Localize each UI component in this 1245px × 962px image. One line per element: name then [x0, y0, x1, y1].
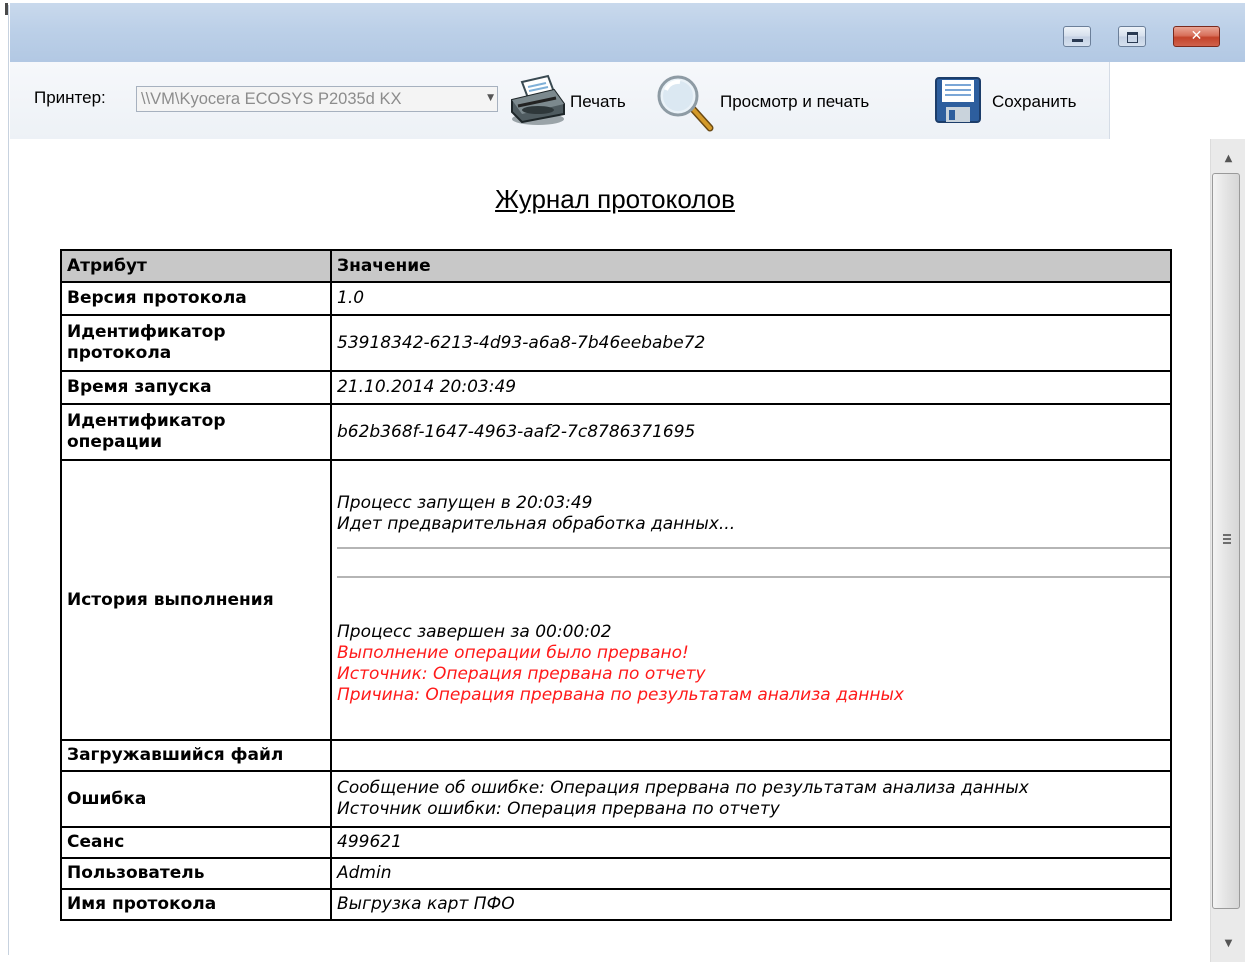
row-value: 21.10.2014 20:03:49: [330, 370, 1172, 405]
magnifier-icon: [657, 75, 714, 132]
close-button[interactable]: ✕: [1173, 26, 1220, 47]
row-attribute: Идентификатор протокола: [60, 314, 332, 372]
table-row: Время запуска 21.10.2014 20:03:49: [60, 370, 1172, 405]
printer-icon: [511, 74, 565, 125]
table-row: Идентификатор протокола 53918342-6213-4d…: [60, 314, 1172, 372]
table-row: Версия протокола 1.0: [60, 281, 1172, 316]
minimize-icon: [1072, 39, 1083, 42]
history-line: Процесс завершен за 00:00:02: [337, 622, 612, 642]
row-attribute: Идентификатор операции: [60, 403, 332, 461]
execution-history: Процесс запущен в 20:03:49 Идет предвари…: [330, 459, 1172, 741]
history-error-line: Источник: Операция прервана по отчету: [337, 664, 706, 684]
printer-select-value: \\VM\Kyocera ECOSYS P2035d KX: [141, 90, 402, 108]
row-attribute: Сеанс: [60, 826, 332, 859]
row-value: Admin: [330, 857, 1172, 890]
save-button[interactable]: Сохранить: [934, 74, 1104, 126]
row-attribute: Версия протокола: [60, 281, 332, 316]
row-value: 1.0: [330, 281, 1172, 316]
maximize-button[interactable]: [1118, 26, 1146, 47]
background-window-border: [8, 5, 9, 955]
print-button[interactable]: Печать: [508, 74, 650, 126]
row-attribute: История выполнения: [60, 459, 332, 741]
row-attribute: Ошибка: [60, 770, 332, 828]
maximize-icon: [1127, 32, 1138, 43]
printer-label: Принтер:: [34, 88, 106, 107]
scrollbar-thumb[interactable]: [1212, 173, 1240, 909]
row-value: 499621: [330, 826, 1172, 859]
toolbar: Принтер: \\VM\Kyocera ECOSYS P2035d KX ▼…: [10, 62, 1245, 139]
minimize-button[interactable]: [1063, 26, 1091, 47]
save-button-label: Сохранить: [992, 92, 1077, 111]
row-value: Выгрузка карт ПФО: [330, 888, 1172, 921]
report-title: Журнал протоколов: [495, 184, 735, 214]
report-viewport[interactable]: Журнал протоколов Атрибут Значение Верси…: [10, 139, 1210, 962]
history-line: Процесс запущен в 20:03:49: [337, 493, 593, 513]
vertical-scrollbar[interactable]: ▲ ▼: [1210, 139, 1245, 962]
print-button-label: Печать: [570, 92, 626, 111]
title-bar[interactable]: ✕: [10, 3, 1245, 62]
table-row: Идентификатор операции b62b368f-1647-496…: [60, 403, 1172, 461]
floppy-disk-icon: [935, 77, 981, 123]
error-line: Источник ошибки: Операция прервана по от…: [337, 799, 780, 819]
table-row: Пользователь Admin: [60, 857, 1172, 890]
column-header-value: Значение: [330, 249, 1172, 283]
close-icon: ✕: [1190, 28, 1203, 44]
table-row-history: История выполнения Процесс запущен в 20:…: [60, 459, 1172, 741]
history-error-line: Причина: Операция прервана по результата…: [337, 685, 904, 705]
printer-select[interactable]: \\VM\Kyocera ECOSYS P2035d KX ▼: [136, 86, 498, 112]
history-line: Идет предварительная обработка данных...: [337, 514, 736, 534]
scroll-down-arrow-icon[interactable]: ▼: [1211, 934, 1245, 954]
row-attribute: Имя протокола: [60, 888, 332, 921]
table-row: Загружавшийся файл: [60, 739, 1172, 772]
column-header-attribute: Атрибут: [60, 249, 332, 283]
preview-and-print-label: Просмотр и печать: [720, 92, 870, 111]
toolbar-panel: Принтер: \\VM\Kyocera ECOSYS P2035d KX ▼…: [10, 62, 1110, 139]
chevron-down-icon: ▼: [487, 93, 494, 103]
report-window: ✕ Принтер: \\VM\Kyocera ECOSYS P2035d KX…: [10, 3, 1245, 962]
scroll-up-arrow-icon[interactable]: ▲: [1211, 149, 1245, 169]
history-divider: [337, 547, 1170, 549]
row-attribute: Пользователь: [60, 857, 332, 890]
table-row: Имя протокола Выгрузка карт ПФО: [60, 888, 1172, 921]
error-line: Сообщение об ошибке: Операция прервана п…: [337, 778, 1029, 798]
table-row: Ошибка Сообщение об ошибке: Операция пре…: [60, 770, 1172, 828]
row-attribute: Время запуска: [60, 370, 332, 405]
table-header-row: Атрибут Значение: [60, 249, 1172, 283]
row-value: Сообщение об ошибке: Операция прервана п…: [330, 770, 1172, 828]
row-value: b62b368f-1647-4963-aaf2-7c8786371695: [330, 403, 1172, 461]
table-row: Сеанс 499621: [60, 826, 1172, 859]
row-value: 53918342-6213-4d93-a6a8-7b46eebabe72: [330, 314, 1172, 372]
grip-icon: [1223, 534, 1231, 546]
row-value: [330, 739, 1172, 772]
preview-and-print-button[interactable]: Просмотр и печать: [654, 74, 916, 132]
protocol-table: Атрибут Значение Версия протокола 1.0 Ид…: [60, 249, 1172, 921]
history-error-line: Выполнение операции было прервано!: [337, 643, 689, 663]
row-attribute: Загружавшийся файл: [60, 739, 332, 772]
history-divider: [337, 576, 1170, 578]
